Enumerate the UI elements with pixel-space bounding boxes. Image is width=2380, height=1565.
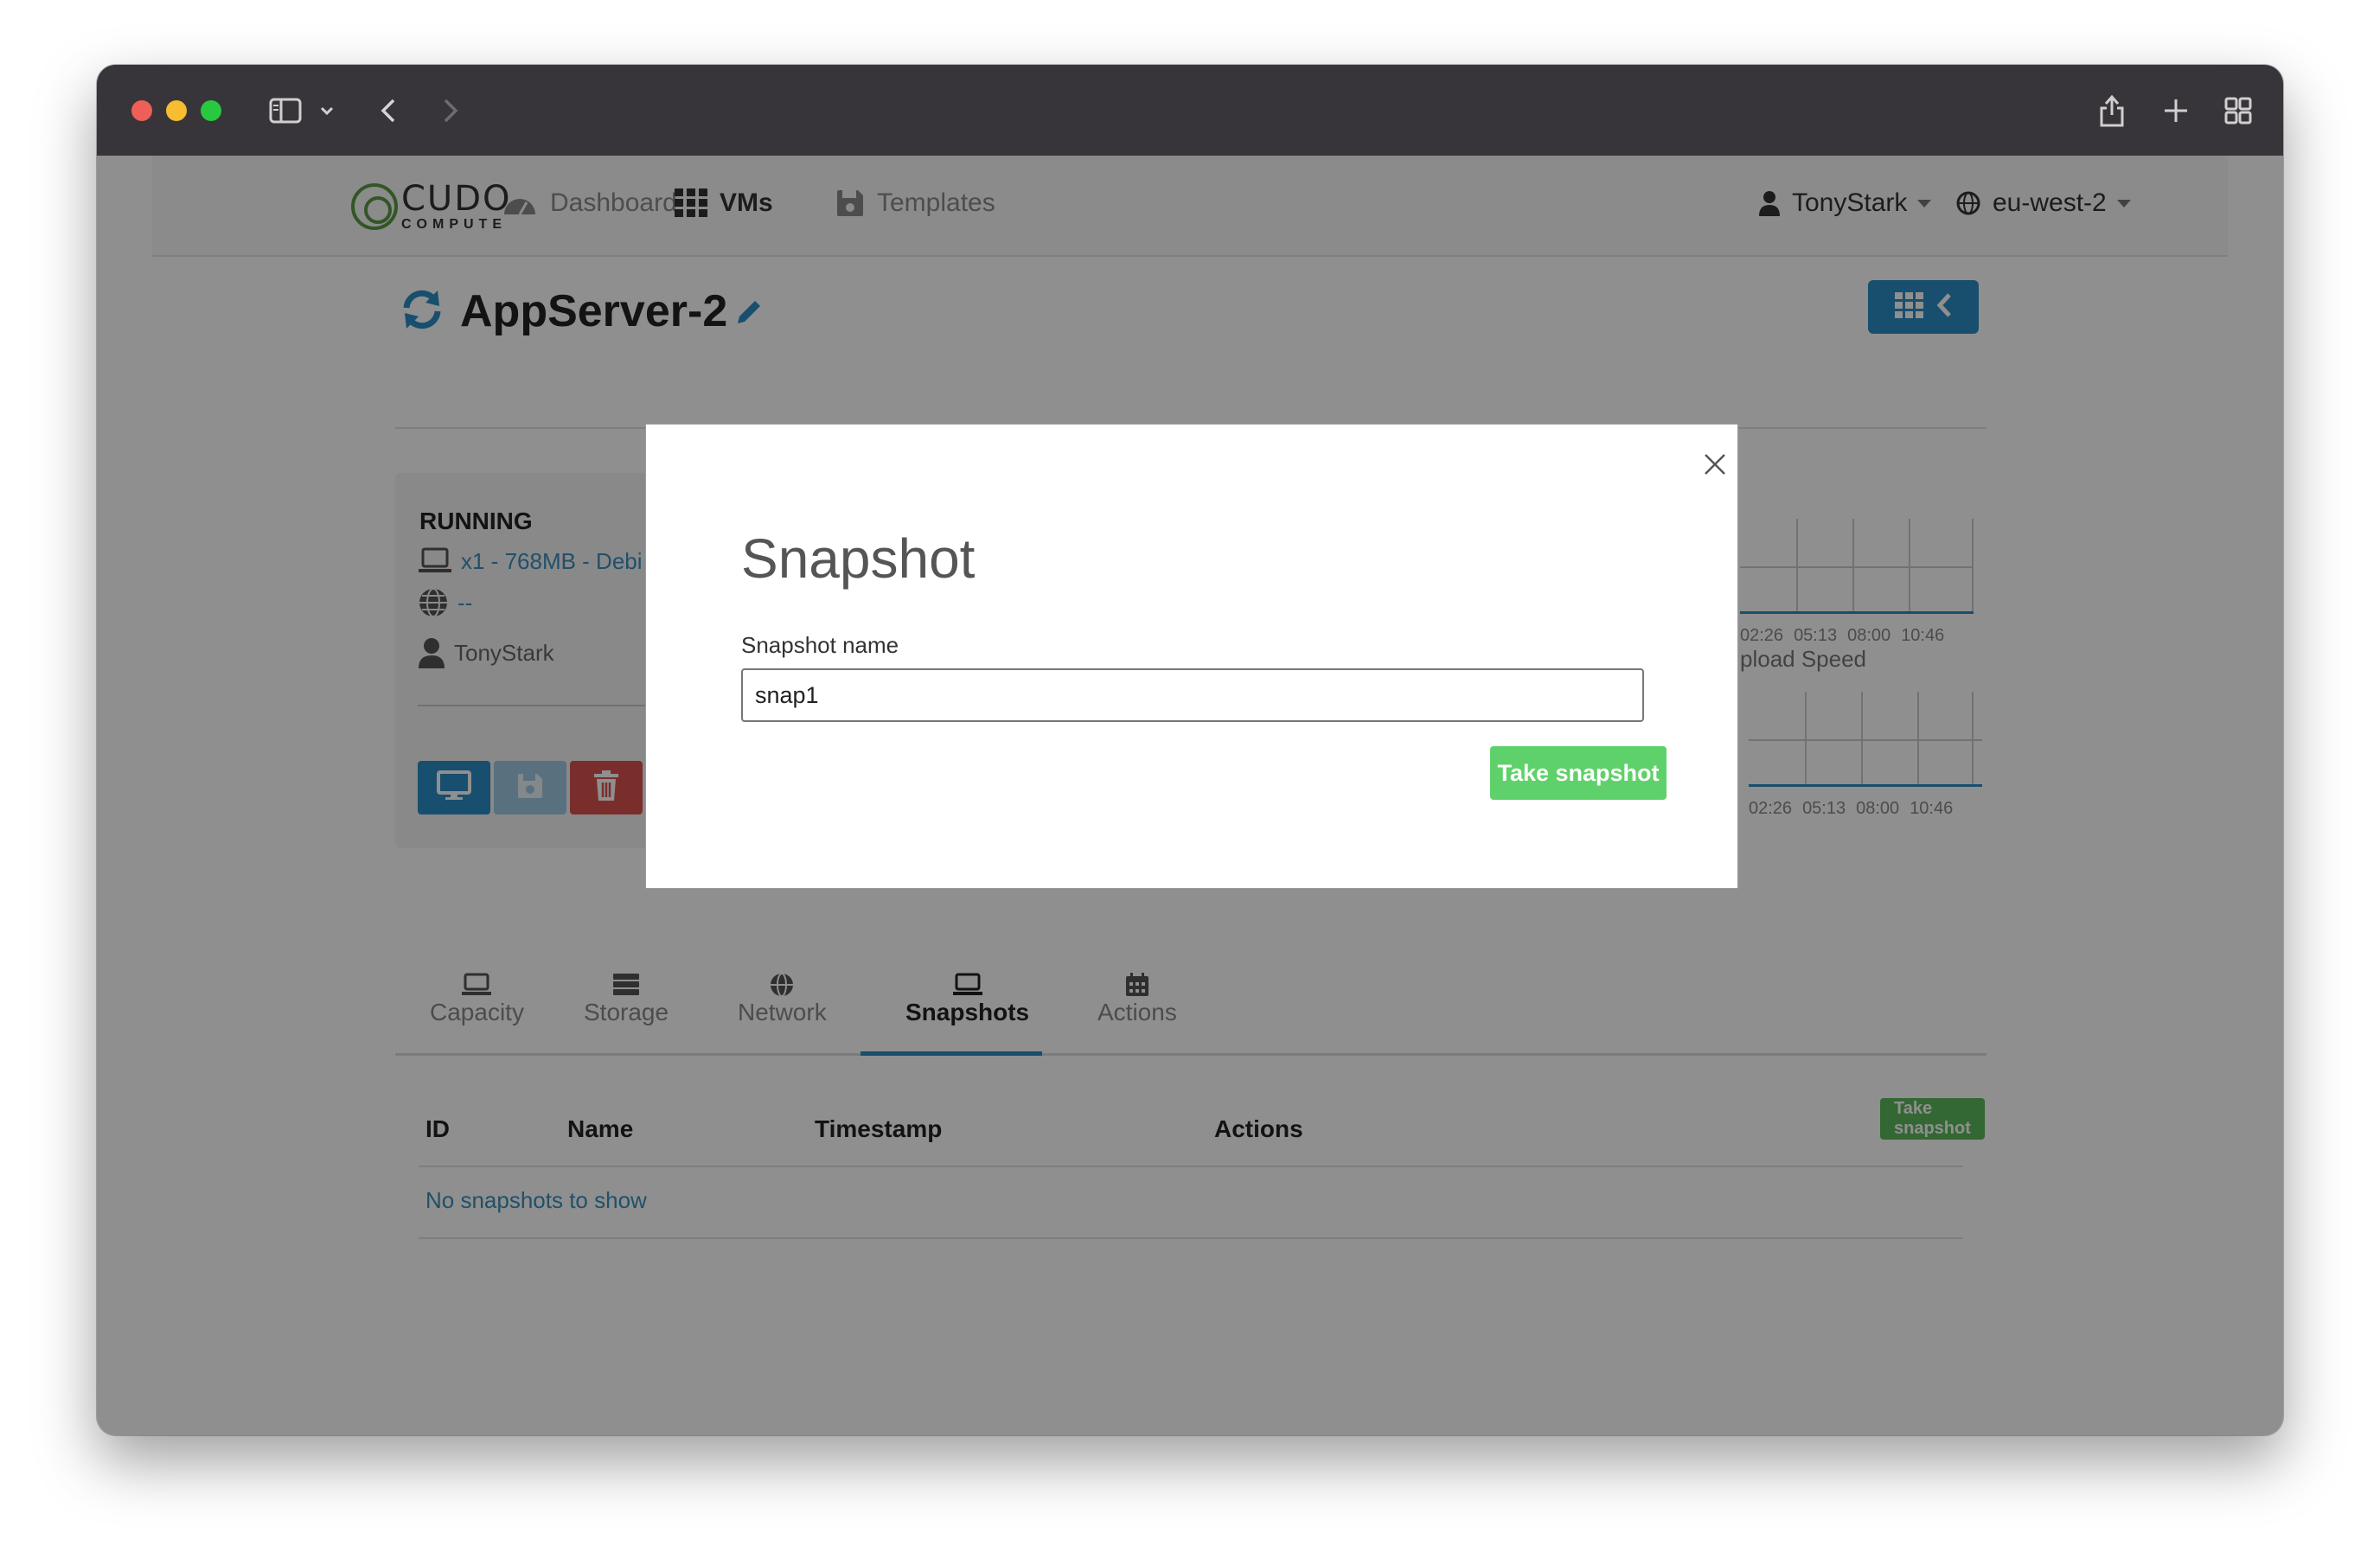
- new-tab-icon[interactable]: [2159, 91, 2193, 131]
- close-icon[interactable]: [1698, 447, 1732, 482]
- forward-icon[interactable]: [438, 91, 464, 131]
- snapshot-name-input[interactable]: [741, 668, 1644, 722]
- minimize-window-button[interactable]: [166, 100, 187, 121]
- back-icon[interactable]: [375, 91, 401, 131]
- sidebar-icon[interactable]: [266, 91, 304, 131]
- maximize-window-button[interactable]: [201, 100, 221, 121]
- modal-title: Snapshot: [741, 527, 976, 590]
- share-icon[interactable]: [2095, 91, 2129, 131]
- browser-window: CUDO COMPUTE Dashboard VMs Templates Ton…: [97, 65, 2283, 1435]
- snapshot-modal: Snapshot Snapshot name Take snapshot: [645, 424, 1738, 889]
- tab-overview-icon[interactable]: [2221, 91, 2255, 131]
- modal-take-snapshot-button[interactable]: Take snapshot: [1490, 746, 1667, 800]
- page-content: CUDO COMPUTE Dashboard VMs Templates Ton…: [97, 156, 2283, 1435]
- snapshot-name-label: Snapshot name: [741, 632, 899, 658]
- browser-titlebar: [97, 65, 2283, 156]
- close-window-button[interactable]: [131, 100, 152, 121]
- chevron-down-icon[interactable]: [317, 91, 337, 131]
